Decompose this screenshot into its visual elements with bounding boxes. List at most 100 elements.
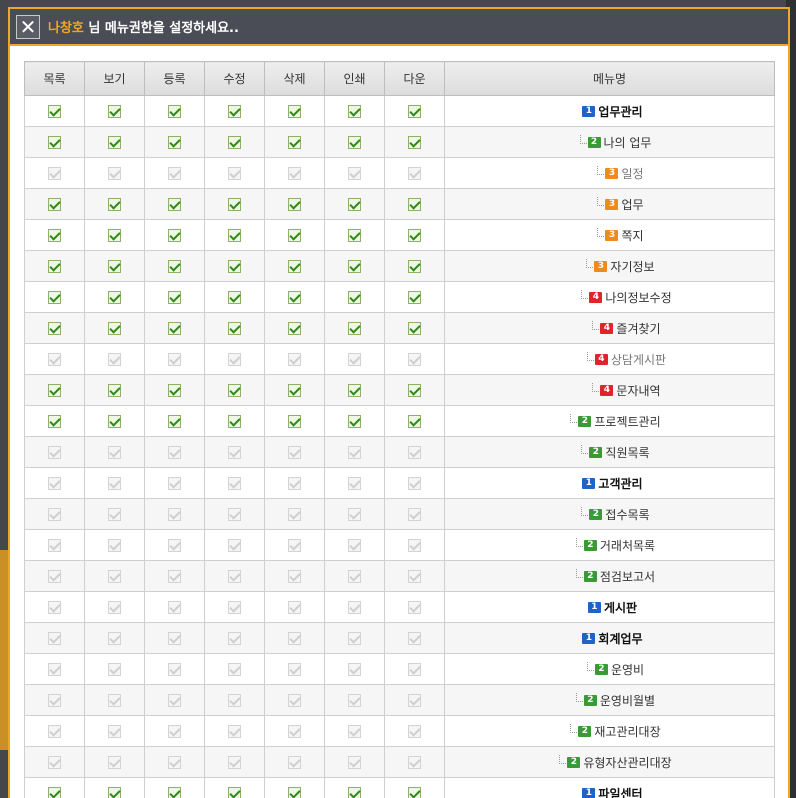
print-checkbox[interactable] — [348, 353, 361, 366]
view-checkbox[interactable] — [108, 725, 121, 738]
edit-checkbox[interactable] — [228, 291, 241, 304]
download-checkbox[interactable] — [408, 570, 421, 583]
list-checkbox[interactable] — [48, 415, 61, 428]
list-checkbox[interactable] — [48, 725, 61, 738]
view-checkbox[interactable] — [108, 167, 121, 180]
register-checkbox[interactable] — [168, 601, 181, 614]
register-checkbox[interactable] — [168, 756, 181, 769]
register-checkbox[interactable] — [168, 415, 181, 428]
list-checkbox[interactable] — [48, 508, 61, 521]
register-checkbox[interactable] — [168, 229, 181, 242]
print-checkbox[interactable] — [348, 601, 361, 614]
view-checkbox[interactable] — [108, 787, 121, 798]
register-checkbox[interactable] — [168, 477, 181, 490]
view-checkbox[interactable] — [108, 198, 121, 211]
edit-checkbox[interactable] — [228, 167, 241, 180]
list-checkbox[interactable] — [48, 570, 61, 583]
view-checkbox[interactable] — [108, 446, 121, 459]
list-checkbox[interactable] — [48, 384, 61, 397]
edit-checkbox[interactable] — [228, 725, 241, 738]
delete-checkbox[interactable] — [288, 663, 301, 676]
download-checkbox[interactable] — [408, 694, 421, 707]
view-checkbox[interactable] — [108, 632, 121, 645]
register-checkbox[interactable] — [168, 198, 181, 211]
delete-checkbox[interactable] — [288, 601, 301, 614]
delete-checkbox[interactable] — [288, 198, 301, 211]
print-checkbox[interactable] — [348, 105, 361, 118]
register-checkbox[interactable] — [168, 725, 181, 738]
list-checkbox[interactable] — [48, 105, 61, 118]
view-checkbox[interactable] — [108, 415, 121, 428]
delete-checkbox[interactable] — [288, 167, 301, 180]
edit-checkbox[interactable] — [228, 353, 241, 366]
download-checkbox[interactable] — [408, 446, 421, 459]
list-checkbox[interactable] — [48, 322, 61, 335]
register-checkbox[interactable] — [168, 694, 181, 707]
list-checkbox[interactable] — [48, 260, 61, 273]
register-checkbox[interactable] — [168, 136, 181, 149]
print-checkbox[interactable] — [348, 694, 361, 707]
print-checkbox[interactable] — [348, 136, 361, 149]
download-checkbox[interactable] — [408, 384, 421, 397]
edit-checkbox[interactable] — [228, 384, 241, 397]
download-checkbox[interactable] — [408, 632, 421, 645]
print-checkbox[interactable] — [348, 570, 361, 583]
download-checkbox[interactable] — [408, 663, 421, 676]
edit-checkbox[interactable] — [228, 322, 241, 335]
print-checkbox[interactable] — [348, 260, 361, 273]
list-checkbox[interactable] — [48, 353, 61, 366]
print-checkbox[interactable] — [348, 291, 361, 304]
register-checkbox[interactable] — [168, 446, 181, 459]
register-checkbox[interactable] — [168, 105, 181, 118]
edit-checkbox[interactable] — [228, 508, 241, 521]
edit-checkbox[interactable] — [228, 756, 241, 769]
delete-checkbox[interactable] — [288, 446, 301, 459]
print-checkbox[interactable] — [348, 508, 361, 521]
list-checkbox[interactable] — [48, 477, 61, 490]
view-checkbox[interactable] — [108, 384, 121, 397]
download-checkbox[interactable] — [408, 229, 421, 242]
download-checkbox[interactable] — [408, 260, 421, 273]
delete-checkbox[interactable] — [288, 787, 301, 798]
download-checkbox[interactable] — [408, 415, 421, 428]
download-checkbox[interactable] — [408, 136, 421, 149]
edit-checkbox[interactable] — [228, 539, 241, 552]
view-checkbox[interactable] — [108, 291, 121, 304]
list-checkbox[interactable] — [48, 694, 61, 707]
list-checkbox[interactable] — [48, 756, 61, 769]
close-button[interactable]: ✕ — [16, 14, 40, 39]
delete-checkbox[interactable] — [288, 725, 301, 738]
register-checkbox[interactable] — [168, 632, 181, 645]
edit-checkbox[interactable] — [228, 663, 241, 676]
view-checkbox[interactable] — [108, 694, 121, 707]
delete-checkbox[interactable] — [288, 229, 301, 242]
download-checkbox[interactable] — [408, 725, 421, 738]
delete-checkbox[interactable] — [288, 353, 301, 366]
register-checkbox[interactable] — [168, 353, 181, 366]
print-checkbox[interactable] — [348, 384, 361, 397]
print-checkbox[interactable] — [348, 415, 361, 428]
register-checkbox[interactable] — [168, 291, 181, 304]
view-checkbox[interactable] — [108, 136, 121, 149]
delete-checkbox[interactable] — [288, 322, 301, 335]
print-checkbox[interactable] — [348, 756, 361, 769]
register-checkbox[interactable] — [168, 570, 181, 583]
list-checkbox[interactable] — [48, 198, 61, 211]
download-checkbox[interactable] — [408, 198, 421, 211]
list-checkbox[interactable] — [48, 136, 61, 149]
edit-checkbox[interactable] — [228, 198, 241, 211]
list-checkbox[interactable] — [48, 787, 61, 798]
list-checkbox[interactable] — [48, 601, 61, 614]
print-checkbox[interactable] — [348, 446, 361, 459]
list-checkbox[interactable] — [48, 632, 61, 645]
register-checkbox[interactable] — [168, 260, 181, 273]
view-checkbox[interactable] — [108, 570, 121, 583]
edit-checkbox[interactable] — [228, 632, 241, 645]
print-checkbox[interactable] — [348, 663, 361, 676]
delete-checkbox[interactable] — [288, 694, 301, 707]
delete-checkbox[interactable] — [288, 291, 301, 304]
view-checkbox[interactable] — [108, 229, 121, 242]
list-checkbox[interactable] — [48, 291, 61, 304]
register-checkbox[interactable] — [168, 539, 181, 552]
download-checkbox[interactable] — [408, 322, 421, 335]
